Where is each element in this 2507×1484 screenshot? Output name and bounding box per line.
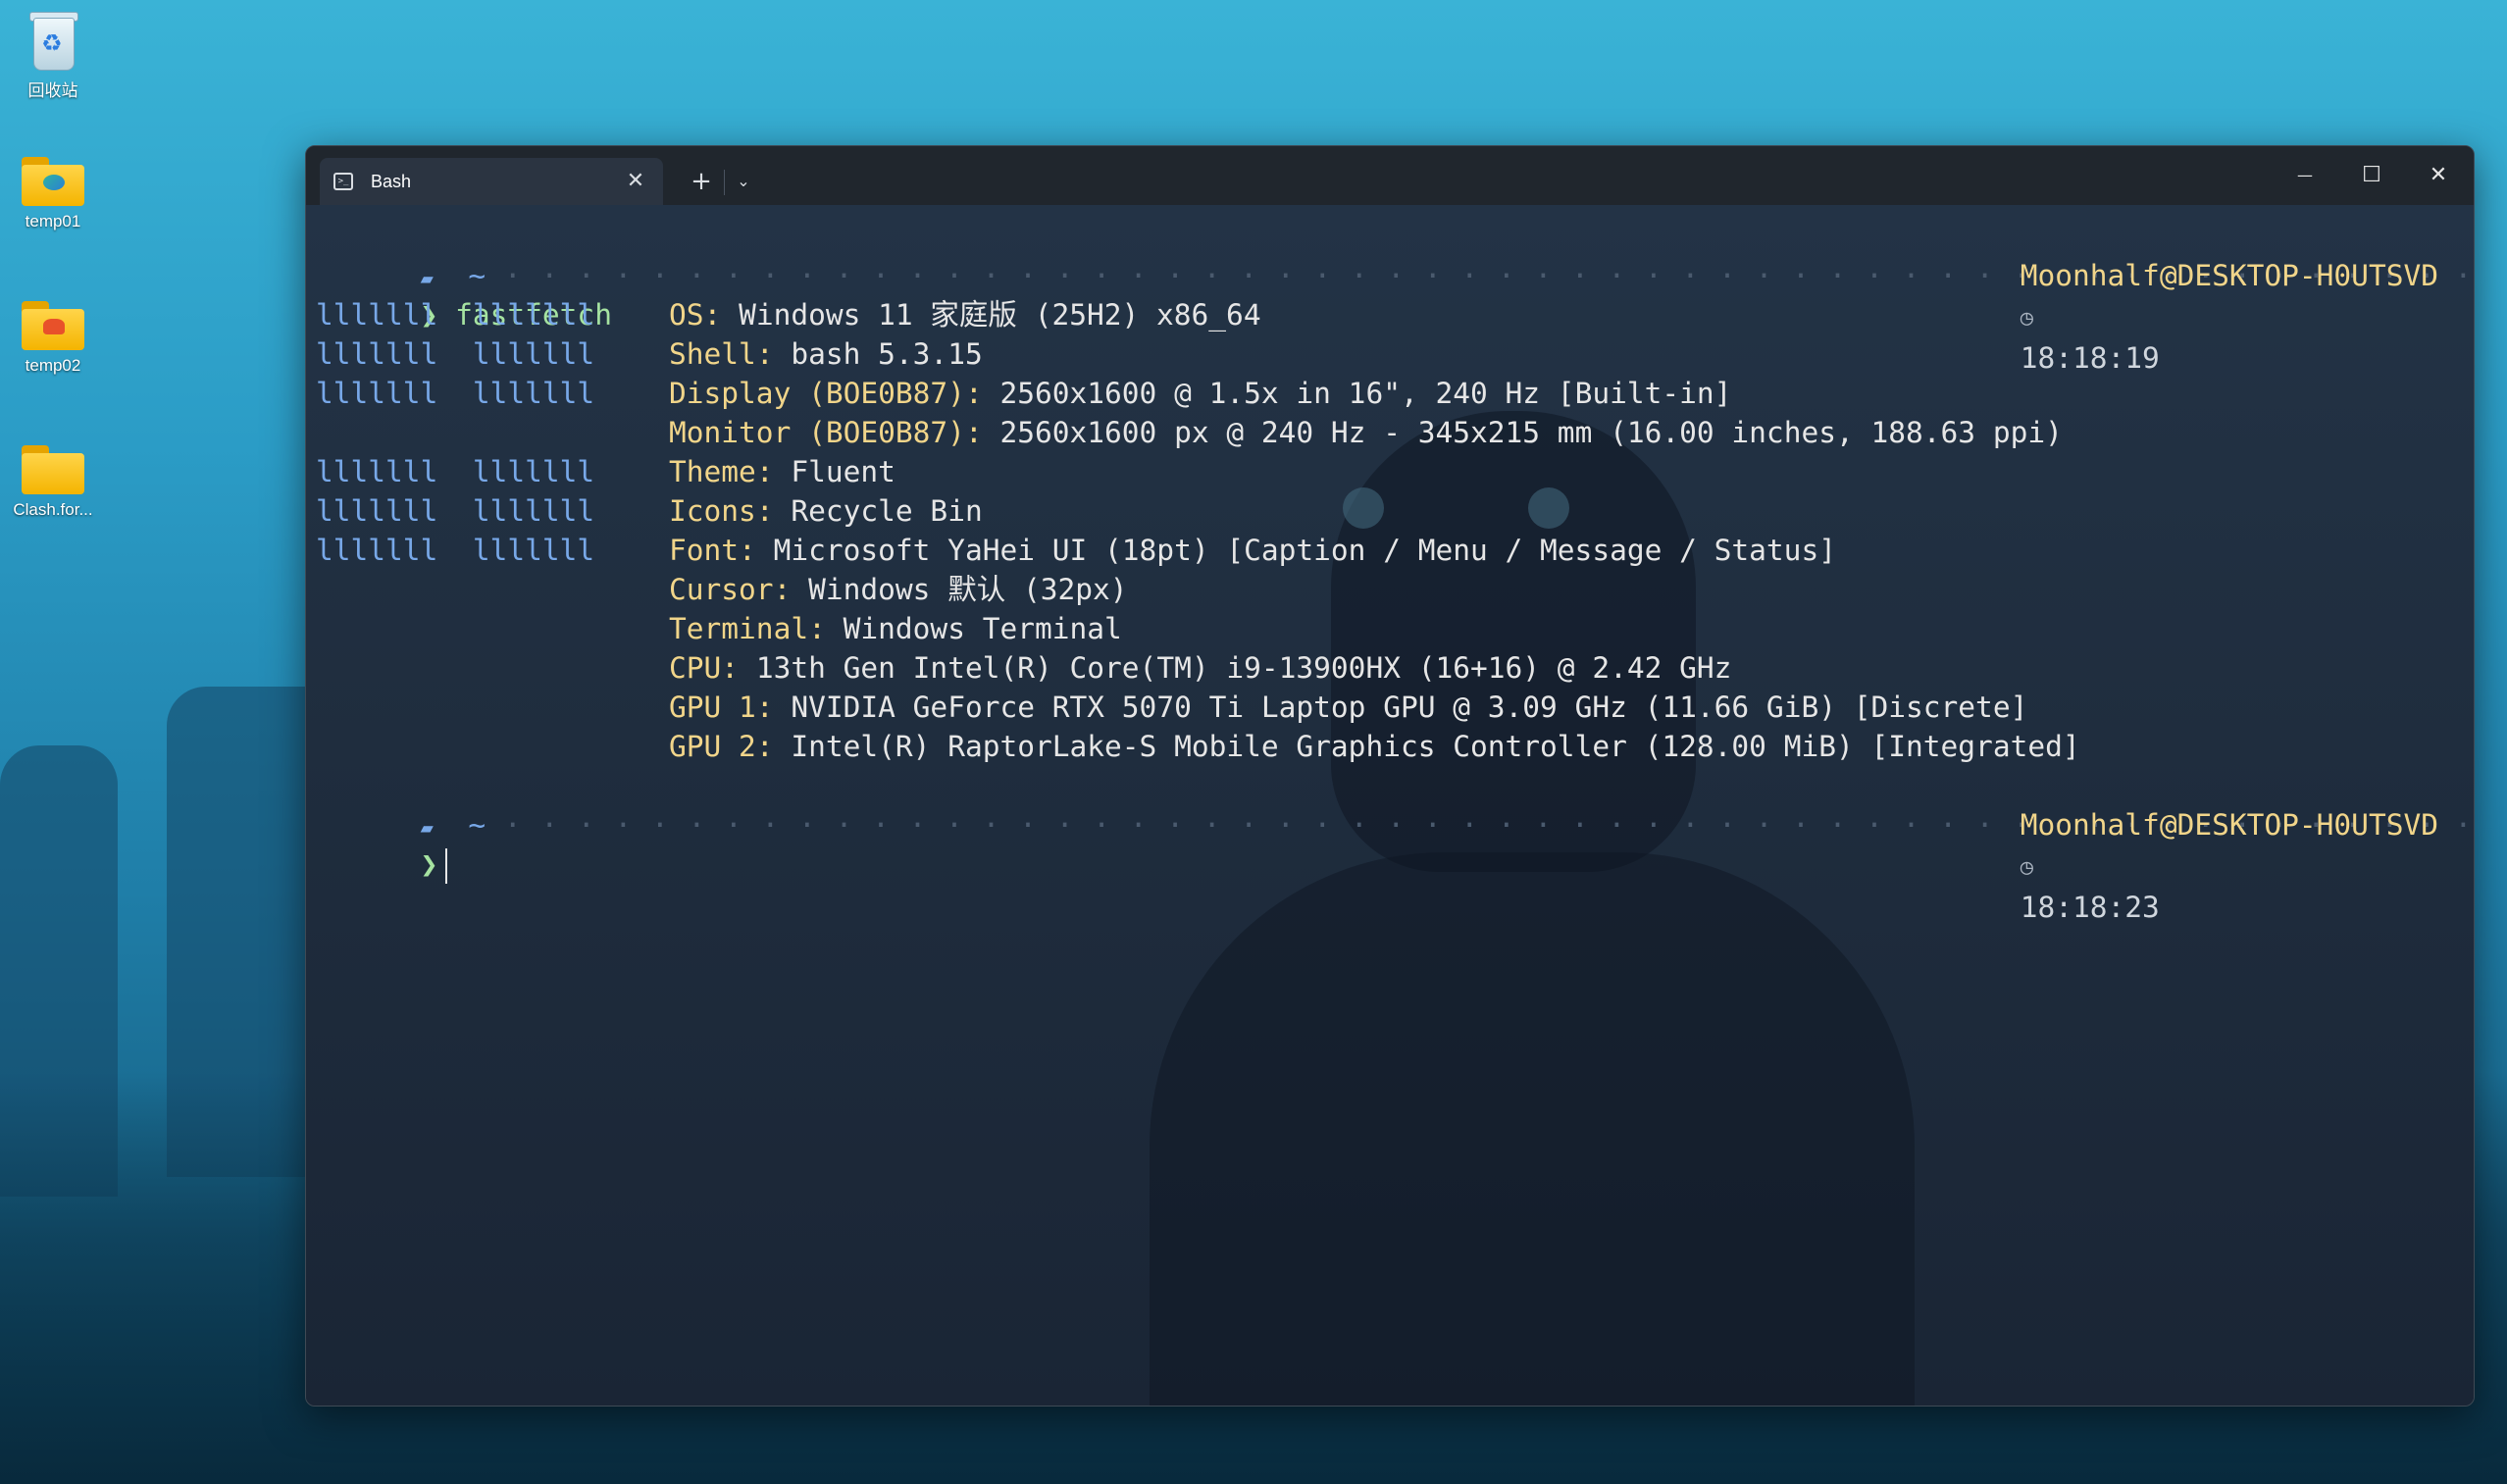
info-font: Font: Microsoft YaHei UI (18pt) [Caption… xyxy=(669,534,1836,567)
prompt-line: ▰ ~ · · · · · · · · · · · · · · · · · · … xyxy=(316,766,2473,924)
fastfetch-logo-line: lllllll lllllll xyxy=(316,494,595,528)
desktop-icon-label: temp01 xyxy=(25,212,81,230)
terminal-icon: >_ xyxy=(333,173,353,190)
fastfetch-logo-line: lllllll lllllll xyxy=(316,298,595,332)
tab-bash[interactable]: >_ Bash ✕ xyxy=(320,158,663,205)
recycle-bin-icon: ♻ xyxy=(26,10,79,71)
desktop-icon-clash[interactable]: Clash.for... xyxy=(8,445,98,520)
info-monitor: Monitor (BOE0B87): 2560x1600 px @ 240 Hz… xyxy=(669,416,2063,449)
folder-icon xyxy=(22,445,84,494)
info-cpu: CPU: 13th Gen Intel(R) Core(TM) i9-13900… xyxy=(669,651,1732,685)
desktop-icon-label: 回收站 xyxy=(27,81,78,100)
clock-icon: ◷ xyxy=(2020,855,2033,880)
desktop-icon-label: temp02 xyxy=(25,356,81,375)
new-tab-button[interactable]: + xyxy=(687,168,716,195)
prompt-user-host: Moonhalf@DESKTOP-H0UTSVD xyxy=(2020,808,2438,842)
fastfetch-logo-line: lllllll lllllll xyxy=(316,377,595,410)
info-theme: Theme: Fluent xyxy=(669,455,895,488)
info-os: OS: Windows 11 家庭版 (25H2) x86_64 xyxy=(669,298,1261,332)
minimize-button[interactable]: — xyxy=(2272,154,2338,197)
desktop-icon-label: Clash.for... xyxy=(13,500,93,519)
prompt-arrow: ❯ xyxy=(420,847,438,881)
input-line[interactable]: ❯ xyxy=(316,805,448,884)
terminal-window[interactable]: >_ Bash ✕ + ⌄ — ☐ ✕ ▰ ~ · · · · · · · · … xyxy=(305,145,2475,1407)
folder-icon xyxy=(22,157,84,206)
info-gpu1: GPU 1: NVIDIA GeForce RTX 5070 Ti Laptop… xyxy=(669,691,2028,724)
info-gpu2: GPU 2: Intel(R) RaptorLake-S Mobile Grap… xyxy=(669,730,2080,763)
maximize-button[interactable]: ☐ xyxy=(2338,154,2405,197)
tab-divider xyxy=(724,170,725,195)
desktop-icon-temp01[interactable]: temp01 xyxy=(8,157,98,231)
title-bar[interactable]: >_ Bash ✕ + ⌄ — ☐ ✕ xyxy=(306,146,2474,205)
tab-close-icon[interactable]: ✕ xyxy=(622,168,649,195)
text-cursor xyxy=(445,847,448,884)
prompt-line: ▰ ~ · · · · · · · · · · · · · · · · · · … xyxy=(316,217,2473,375)
fastfetch-logo-line: lllllll lllllll xyxy=(316,534,595,567)
info-shell: Shell: bash 5.3.15 xyxy=(669,337,983,371)
desktop-icon-recycle-bin[interactable]: ♻ 回收站 xyxy=(8,10,98,101)
prompt-time: 18:18:23 xyxy=(2020,891,2160,924)
folder-icon xyxy=(22,301,84,350)
prompt-dir: ~ xyxy=(468,808,486,842)
command-line: ❯ fastfetch xyxy=(316,256,612,332)
prompt-time: 18:18:19 xyxy=(2020,341,2160,375)
prompt-user-host: Moonhalf@DESKTOP-H0UTSVD xyxy=(2020,259,2438,292)
info-display: Display (BOE0B87): 2560x1600 @ 1.5x in 1… xyxy=(669,377,1732,410)
info-cursor: Cursor: Windows 默认 (32px) xyxy=(669,573,1128,606)
tab-label: Bash xyxy=(371,171,412,191)
chevron-down-icon[interactable]: ⌄ xyxy=(731,168,756,195)
info-terminal: Terminal: Windows Terminal xyxy=(669,612,1122,645)
clock-icon: ◷ xyxy=(2020,306,2033,331)
fastfetch-logo-line: lllllll lllllll xyxy=(316,455,595,488)
terminal-output[interactable]: ▰ ~ · · · · · · · · · · · · · · · · · · … xyxy=(316,217,2473,1406)
fastfetch-logo-line: lllllll lllllll xyxy=(316,337,595,371)
desktop-icon-temp02[interactable]: temp02 xyxy=(8,301,98,376)
info-icons: Icons: Recycle Bin xyxy=(669,494,983,528)
close-button[interactable]: ✕ xyxy=(2405,154,2472,197)
